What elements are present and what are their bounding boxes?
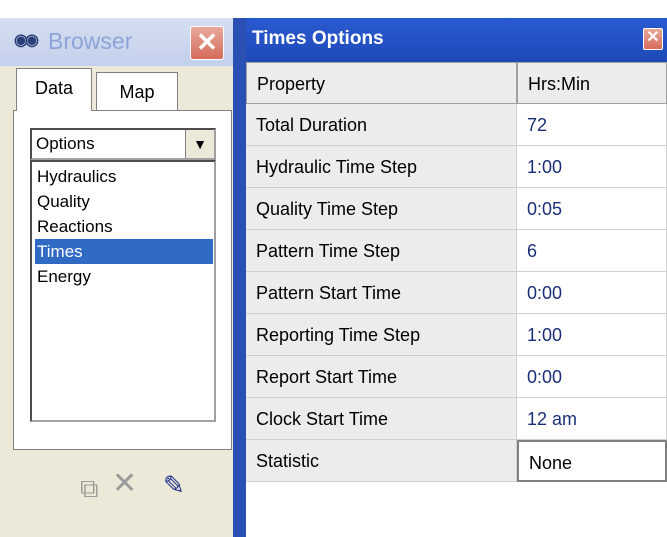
browser-title: Browser xyxy=(48,28,133,54)
copy-icon[interactable]: ⧉ xyxy=(80,473,99,505)
property-name: Hydraulic Time Step xyxy=(246,146,517,188)
property-value[interactable]: 1:00 xyxy=(517,314,667,356)
property-value[interactable]: 1:00 xyxy=(517,146,667,188)
browser-panel: ◉◉ Browser ✕ Data Map Options ▼ Hydrauli… xyxy=(0,18,233,537)
list-item-energy[interactable]: Energy xyxy=(35,264,213,289)
times-options-close-button[interactable]: ✕ xyxy=(643,28,663,50)
list-item-quality[interactable]: Quality xyxy=(35,189,213,214)
property-name: Clock Start Time xyxy=(246,398,517,440)
delete-icon[interactable]: ✕ xyxy=(112,466,137,501)
table-row[interactable]: Clock Start Time 12 am xyxy=(246,398,667,440)
category-dropdown[interactable]: Options ▼ xyxy=(30,128,216,160)
column-header-units: Hrs:Min xyxy=(517,62,667,104)
property-name: Report Start Time xyxy=(246,356,517,398)
list-item-times[interactable]: Times xyxy=(35,239,213,264)
column-header-property: Property xyxy=(246,62,517,104)
table-row[interactable]: Quality Time Step 0:05 xyxy=(246,188,667,230)
table-row[interactable]: Pattern Time Step 6 xyxy=(246,230,667,272)
times-options-title-bar[interactable]: Times Options ✕ xyxy=(246,18,667,62)
list-item-reactions[interactable]: Reactions xyxy=(35,214,213,239)
browser-title-bar[interactable]: ◉◉ Browser ✕ xyxy=(0,18,233,66)
table-row[interactable]: Statistic None xyxy=(246,440,667,482)
statistic-dropdown[interactable]: None xyxy=(517,440,667,482)
browser-eyes-icon: ◉◉ xyxy=(14,32,39,49)
property-value[interactable]: 72 xyxy=(517,104,667,146)
property-name: Reporting Time Step xyxy=(246,314,517,356)
object-list[interactable]: Hydraulics Quality Reactions Times Energ… xyxy=(30,160,216,422)
tab-map[interactable]: Map xyxy=(96,72,178,111)
times-options-panel: Times Options ✕ Property Hrs:Min Total D… xyxy=(246,18,667,537)
table-row[interactable]: Total Duration 72 xyxy=(246,104,667,146)
grid-header: Property Hrs:Min xyxy=(246,62,667,104)
tab-data[interactable]: Data xyxy=(16,68,92,111)
chevron-down-icon[interactable]: ▼ xyxy=(185,130,214,158)
panel-divider[interactable] xyxy=(233,18,246,537)
property-name: Total Duration xyxy=(246,104,517,146)
category-dropdown-value: Options xyxy=(36,134,95,153)
property-value[interactable]: 0:00 xyxy=(517,356,667,398)
times-options-title: Times Options xyxy=(252,28,384,49)
browser-close-button[interactable]: ✕ xyxy=(190,26,224,60)
property-name: Pattern Time Step xyxy=(246,230,517,272)
property-value[interactable]: 0:05 xyxy=(517,188,667,230)
property-value[interactable]: 12 am xyxy=(517,398,667,440)
property-grid: Property Hrs:Min Total Duration 72 Hydra… xyxy=(246,62,667,500)
list-item-hydraulics[interactable]: Hydraulics xyxy=(35,164,213,189)
table-row[interactable]: Pattern Start Time 0:00 xyxy=(246,272,667,314)
table-row[interactable]: Reporting Time Step 1:00 xyxy=(246,314,667,356)
property-name: Statistic xyxy=(246,440,517,482)
property-value[interactable]: 0:00 xyxy=(517,272,667,314)
table-row[interactable]: Report Start Time 0:00 xyxy=(246,356,667,398)
property-name: Quality Time Step xyxy=(246,188,517,230)
table-row[interactable]: Hydraulic Time Step 1:00 xyxy=(246,146,667,188)
edit-icon[interactable]: ✎ xyxy=(163,470,185,501)
property-value[interactable]: 6 xyxy=(517,230,667,272)
property-name: Pattern Start Time xyxy=(246,272,517,314)
